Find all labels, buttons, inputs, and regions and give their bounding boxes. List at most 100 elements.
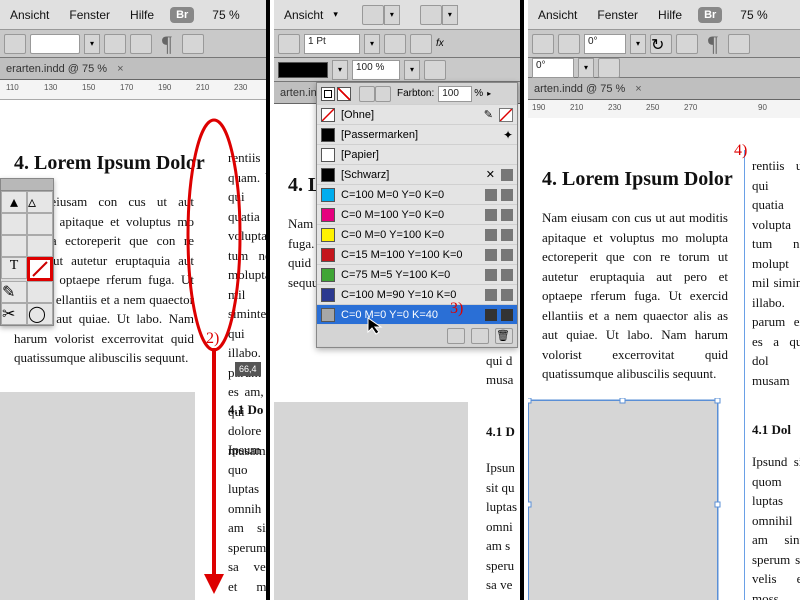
rectangle-tool-icon[interactable] bbox=[27, 281, 53, 303]
swatch-paper[interactable]: [Papier] bbox=[317, 145, 517, 165]
swatch-none[interactable]: [Ohne] ✎ bbox=[317, 105, 517, 125]
swatch-blue[interactable]: C=100 M=90 Y=10 K=0 bbox=[317, 285, 517, 305]
sub-heading: 4.1 Do bbox=[228, 400, 266, 420]
direct-selection-tool-icon[interactable]: ▵ bbox=[27, 191, 53, 213]
angle-field[interactable]: 0° bbox=[584, 34, 626, 54]
pen-tool-icon[interactable] bbox=[1, 213, 27, 235]
shear-field[interactable]: 0° bbox=[532, 58, 574, 78]
mark-4: 4) bbox=[734, 142, 747, 160]
document-left: 4. Lorem Ipsum Dolor Nam eiusam con cus … bbox=[0, 100, 266, 600]
stroke-type-dd[interactable]: ▾ bbox=[332, 60, 348, 80]
screenmode-icon[interactable] bbox=[362, 5, 384, 25]
col2-p2-mid: Ipsunsit quluptasomniam ssperusa veet mo bbox=[486, 458, 520, 600]
ellipse-tool-icon[interactable]: ◯ bbox=[27, 303, 53, 325]
image-frame[interactable] bbox=[0, 392, 195, 600]
tools-grip[interactable] bbox=[1, 179, 53, 191]
shear-icon[interactable] bbox=[598, 58, 620, 78]
swatches-panel[interactable]: Farbton: % ▸ [Ohne] ✎ [Passermarken] ✦ [… bbox=[316, 82, 518, 348]
tools-panel[interactable]: ▴▵ T ✎ ✂◯ bbox=[0, 178, 54, 326]
menu-fenster[interactable]: Fenster bbox=[59, 8, 120, 22]
mark-2: 2) bbox=[206, 330, 219, 348]
selection-tool-icon[interactable]: ▴ bbox=[1, 191, 27, 213]
stroke-swatch[interactable] bbox=[27, 257, 53, 281]
rotate-icon[interactable]: ↻ bbox=[650, 34, 672, 54]
shear-dd[interactable]: ▾ bbox=[578, 58, 594, 78]
bridge-button[interactable]: Br bbox=[170, 7, 194, 23]
line-tool-icon[interactable] bbox=[27, 235, 53, 257]
swatch-black[interactable]: [Schwarz] ✕ bbox=[317, 165, 517, 185]
sub-heading-mid: 4.1 D bbox=[486, 422, 520, 442]
zoom-level-r[interactable]: 75 % bbox=[740, 8, 767, 22]
tab-title-right[interactable]: arten.indd @ 75 % bbox=[534, 83, 625, 95]
guide-line[interactable] bbox=[744, 150, 745, 600]
opacity-dd[interactable]: ▾ bbox=[404, 60, 420, 80]
tab-title[interactable]: erarten.indd @ 75 % bbox=[6, 63, 107, 75]
body-text-right: Nam eiusam con cus ut aut moditis apitaq… bbox=[542, 208, 728, 384]
flip-h-icon[interactable] bbox=[532, 34, 554, 54]
swatch-cyan[interactable]: C=100 M=0 Y=0 K=0 bbox=[317, 185, 517, 205]
document-tab-left: erarten.indd @ 75 % × bbox=[0, 58, 266, 80]
tint-field[interactable] bbox=[438, 86, 472, 102]
stroke-proxy-icon[interactable] bbox=[337, 87, 351, 101]
zoom-level[interactable]: 75 % bbox=[212, 8, 239, 22]
bridge-button-r[interactable]: Br bbox=[698, 7, 722, 23]
pencil-tool-icon[interactable] bbox=[1, 235, 27, 257]
icon-a[interactable] bbox=[104, 34, 126, 54]
swatch-registration[interactable]: [Passermarken] ✦ bbox=[317, 125, 517, 145]
text-tool-icon[interactable]: T bbox=[1, 257, 27, 279]
tint-slider-icon[interactable]: ▸ bbox=[487, 89, 491, 98]
stroke-icon[interactable] bbox=[278, 34, 300, 54]
screenmode-dd[interactable]: ▾ bbox=[384, 5, 400, 25]
icon-b[interactable] bbox=[130, 34, 152, 54]
frame-tool-icon[interactable]: ✎ bbox=[1, 281, 27, 303]
formatting-container-icon[interactable] bbox=[375, 86, 391, 102]
menu-fenster-r[interactable]: Fenster bbox=[587, 8, 648, 22]
tab-close-icon-r[interactable]: × bbox=[635, 83, 641, 95]
menu-ansicht-r[interactable]: Ansicht bbox=[528, 8, 587, 22]
opacity-field[interactable]: 100 % bbox=[352, 60, 400, 80]
weight-field[interactable] bbox=[30, 34, 80, 54]
misc-icon[interactable] bbox=[424, 60, 446, 80]
stroke-weight-dd[interactable]: ▾ bbox=[364, 34, 380, 54]
control-bar-right: 0° ▾ ↻ ¶ bbox=[528, 30, 800, 58]
menubar-left: Ansicht Fenster Hilfe Br 75 % bbox=[0, 0, 266, 30]
misc-r-icon[interactable] bbox=[728, 34, 750, 54]
icon-c[interactable] bbox=[182, 34, 204, 54]
swatch-green[interactable]: C=75 M=5 Y=100 K=0 bbox=[317, 265, 517, 285]
menu-hilfe[interactable]: Hilfe bbox=[120, 8, 164, 22]
applied-stroke-icon[interactable] bbox=[318, 86, 338, 106]
menu-hilfe-r[interactable]: Hilfe bbox=[648, 8, 692, 22]
scissors-tool-icon[interactable]: ✂ bbox=[1, 303, 27, 325]
image-frame-mid[interactable] bbox=[274, 402, 468, 600]
swatch-red[interactable]: C=15 M=100 Y=100 K=0 bbox=[317, 245, 517, 265]
arrange-dd[interactable]: ▾ bbox=[442, 5, 458, 25]
rotate2-icon[interactable] bbox=[676, 34, 698, 54]
control-bar-mid-2: ▾ 100 % ▾ bbox=[274, 58, 520, 82]
fx-b-icon[interactable] bbox=[410, 34, 432, 54]
tint-unit: % bbox=[474, 88, 483, 99]
formatting-text-icon[interactable] bbox=[359, 86, 375, 102]
delete-swatch-icon[interactable]: 🗑 bbox=[495, 328, 513, 344]
fx-a-icon[interactable] bbox=[384, 34, 406, 54]
control-bar-mid: 1 Pt ▾ fx bbox=[274, 30, 520, 58]
swatch-yellow[interactable]: C=0 M=0 Y=100 K=0 bbox=[317, 225, 517, 245]
type-tool-icon[interactable] bbox=[27, 213, 53, 235]
stroke-type[interactable] bbox=[278, 62, 328, 78]
flip-v-icon[interactable] bbox=[558, 34, 580, 54]
new-swatch2-icon[interactable] bbox=[471, 328, 489, 344]
image-frame-right[interactable] bbox=[528, 400, 718, 600]
control-bar-right-2: 0° ▾ bbox=[528, 58, 800, 78]
swatch-magenta[interactable]: C=0 M=100 Y=0 K=0 bbox=[317, 205, 517, 225]
new-swatch-icon[interactable] bbox=[447, 328, 465, 344]
menu-ansicht[interactable]: Ansicht bbox=[0, 8, 59, 22]
fill-stroke-icon[interactable] bbox=[4, 34, 26, 54]
stroke-weight-field[interactable]: 1 Pt bbox=[304, 34, 360, 54]
arrange-icon[interactable] bbox=[420, 5, 442, 25]
document-right: 4. Lorem Ipsum Dolor Nam eiusam con cus … bbox=[528, 118, 800, 600]
angle-dd[interactable]: ▾ bbox=[630, 34, 646, 54]
swatch-gray40[interactable]: C=0 M=0 Y=0 K=40 bbox=[317, 305, 517, 325]
menu-ansicht-mid[interactable]: Ansicht bbox=[274, 8, 333, 22]
tab-close-icon[interactable]: × bbox=[117, 63, 123, 75]
weight-dd[interactable]: ▾ bbox=[84, 34, 100, 54]
tint-label: Farbton: bbox=[397, 88, 434, 99]
